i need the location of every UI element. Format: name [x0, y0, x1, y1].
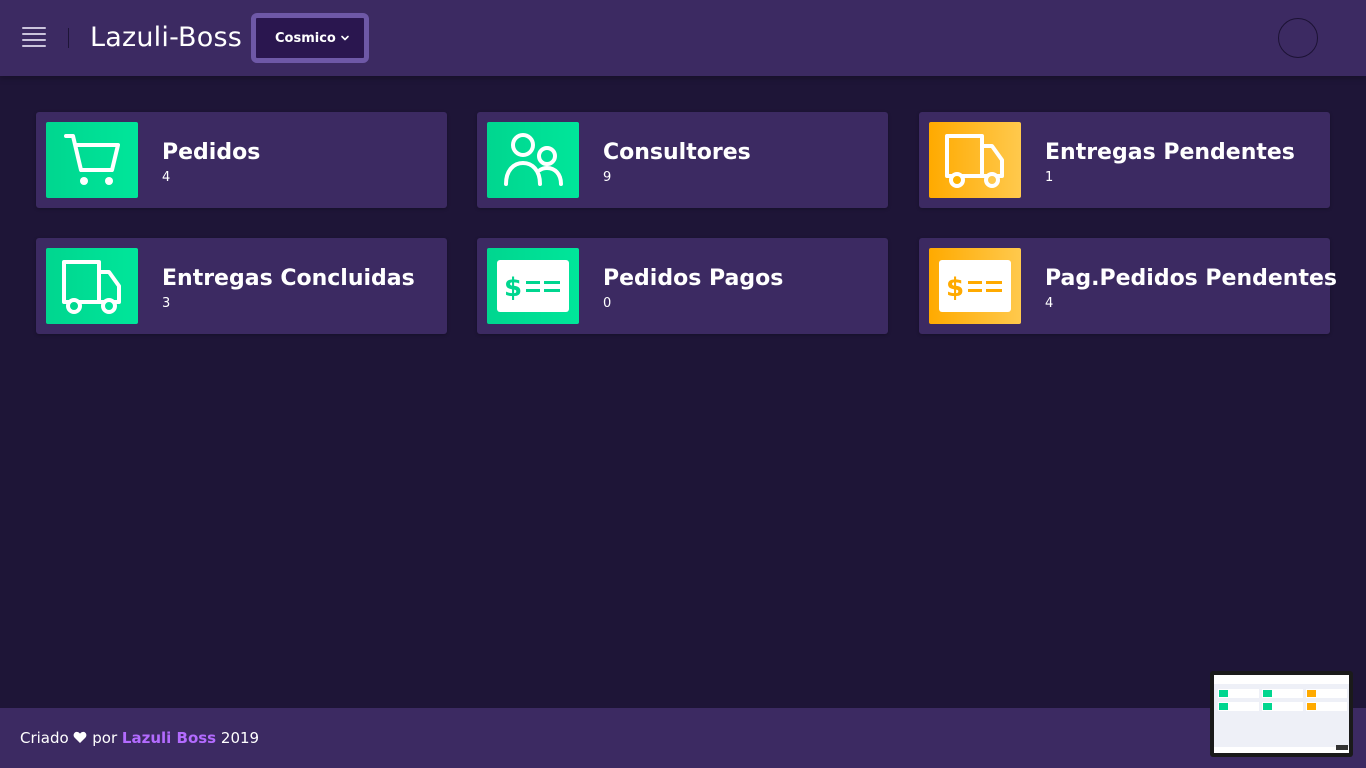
card-title: Consultores [603, 140, 751, 165]
card-title: Entregas Concluidas [162, 266, 415, 291]
footer-prefix: Criado [20, 729, 69, 747]
card-count: 9 [603, 170, 612, 185]
card-title: Pedidos [162, 140, 261, 165]
truck-icon [945, 134, 1004, 188]
svg-text:$: $ [946, 273, 964, 303]
footer-year: 2019 [220, 729, 260, 747]
card-icon-box: $ [929, 248, 1021, 324]
card-entregas-pendentes[interactable]: Entregas Pendentes 1 [919, 112, 1330, 208]
card-title: Pag.Pedidos Pendentes [1045, 266, 1338, 291]
card-icon-box [46, 122, 138, 198]
card-count: 3 [162, 296, 171, 311]
theme-select[interactable]: Cosmico [251, 13, 369, 63]
card-icon-box [46, 248, 138, 324]
card-title: Pedidos Pagos [603, 266, 784, 291]
card-pedidos[interactable]: Pedidos 4 [36, 112, 447, 208]
footer-brand-link[interactable]: Lazuli Boss [122, 729, 216, 747]
card-consultores[interactable]: Consultores 9 [477, 112, 888, 208]
payment-icon: $ [497, 260, 569, 312]
shopping-cart-icon [64, 134, 120, 185]
card-icon-box: $ [487, 248, 579, 324]
card-icon-box [929, 122, 1021, 198]
card-pag-pedidos-pendentes[interactable]: $ Pag.Pedidos Pendentes 4 [919, 238, 1337, 334]
theme-preview-thumbnail[interactable] [1210, 671, 1353, 757]
svg-text:$: $ [504, 273, 522, 303]
card-count: 0 [603, 296, 612, 311]
heart-icon [74, 731, 87, 743]
chevron-down-icon [341, 35, 349, 41]
footer-credit: Criado por Lazuli Boss 2019 [20, 729, 259, 747]
card-count: 4 [1045, 296, 1054, 311]
thumbnail-screen [1214, 675, 1349, 753]
header: Lazuli-Boss Cosmico [0, 0, 1366, 76]
truck-icon [62, 260, 121, 314]
card-pedidos-pagos[interactable]: $ Pedidos Pagos 0 [477, 238, 888, 334]
card-title: Entregas Pendentes [1045, 140, 1295, 165]
app-title[interactable]: Lazuli-Boss [90, 20, 242, 56]
card-count: 4 [162, 170, 171, 185]
payment-icon: $ [939, 260, 1011, 312]
theme-select-value: Cosmico [275, 30, 336, 46]
header-divider [68, 28, 69, 48]
card-icon-box [487, 122, 579, 198]
footer-by: por [92, 729, 118, 747]
hamburger-menu-icon[interactable] [22, 27, 46, 49]
people-icon [504, 133, 563, 186]
card-entregas-concluidas[interactable]: Entregas Concluidas 3 [36, 238, 447, 334]
footer: Criado por Lazuli Boss 2019 [0, 708, 1366, 768]
avatar[interactable] [1278, 18, 1318, 58]
card-count: 1 [1045, 170, 1054, 185]
